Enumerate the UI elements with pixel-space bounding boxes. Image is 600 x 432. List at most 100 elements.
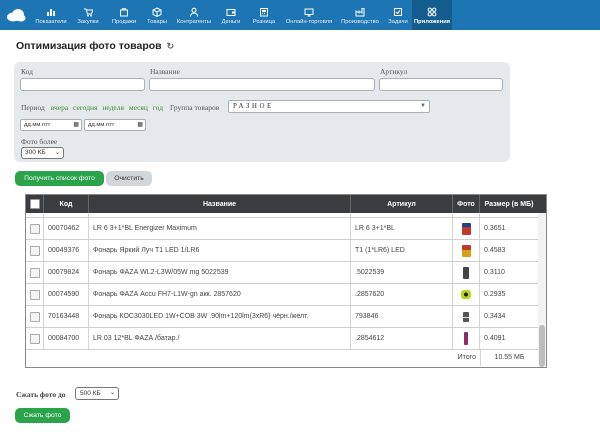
code-label: Код <box>21 67 33 76</box>
nav-item-online-store[interactable]: Онлайн-торговля <box>282 0 336 30</box>
date-to-input[interactable]: дд.мм.гггг ▦ <box>84 119 146 131</box>
period-today-link[interactable]: сегодня <box>73 103 97 112</box>
select-all-checkbox[interactable] <box>29 199 40 209</box>
total-label: Итого <box>457 354 476 361</box>
table-body: 00070462 LR 6 3+1*BL Energizer Maximum L… <box>26 211 538 366</box>
article-label: Артикул <box>380 67 408 76</box>
scrollbar-thumb[interactable] <box>539 325 545 367</box>
row-article: LR 6 3+1*BL <box>351 218 453 239</box>
product-photo-thumbnail[interactable] <box>463 311 469 322</box>
page-title-text: Оптимизация фото товаров <box>16 40 162 52</box>
product-photo-thumbnail[interactable] <box>461 244 471 257</box>
row-size: 0.3110 <box>484 269 505 276</box>
row-article: .2854612 <box>351 328 453 349</box>
row-checkbox[interactable] <box>29 267 40 278</box>
period-row: Период вчера сегодня неделя месяц год <box>21 103 166 112</box>
production-icon <box>355 7 365 16</box>
row-size: 0.4583 <box>484 247 506 254</box>
refresh-icon[interactable]: ↻ <box>167 41 175 52</box>
products-icon <box>152 6 162 17</box>
name-input[interactable] <box>149 78 375 91</box>
product-photo-thumbnail[interactable] <box>461 290 471 299</box>
table-header: Код Название Артикул Фото Размер (в МБ) <box>26 195 546 213</box>
period-year-link[interactable]: год <box>153 103 163 112</box>
period-yesterday-link[interactable]: вчера <box>51 103 68 112</box>
table-row[interactable]: 00079824 Фонарь ФАZА WL2-L3W/05W mg 5022… <box>26 262 538 284</box>
row-checkbox[interactable] <box>29 311 40 322</box>
row-name: Фонарь КОС3030LED 1W+COB 3W .90lm+120lm(… <box>89 306 351 327</box>
row-article: .5022539 <box>351 262 453 283</box>
chevron-down-icon: ⌄ <box>109 390 115 396</box>
sales-icon <box>120 7 128 16</box>
header-select-all[interactable] <box>26 195 44 213</box>
nav-item-money[interactable]: Деньги <box>216 0 246 30</box>
photo-size-select[interactable]: 300 КБ ⌄ <box>21 147 64 159</box>
compress-photo-button[interactable]: Сжать фото <box>15 408 70 423</box>
row-article: T1 (1*LR6) LED <box>351 240 453 261</box>
row-code: 70163448 <box>44 306 89 327</box>
product-photo-thumbnail[interactable] <box>463 266 469 279</box>
table-row[interactable]: 00070462 LR 6 3+1*BL Energizer Maximum L… <box>26 218 538 240</box>
product-photo-thumbnail[interactable] <box>461 222 471 235</box>
table-row[interactable]: 00074590 Фонарь ФАZА Accu FH7-L1W-gn акк… <box>26 284 538 306</box>
row-article: 793846 <box>351 306 453 327</box>
filter-panel: Код Название Артикул Период вчера сегодн… <box>14 62 510 162</box>
table-scrollbar[interactable] <box>538 213 546 367</box>
clear-button[interactable]: Очистить <box>106 171 152 186</box>
nav-item-apps[interactable]: Приложения <box>412 0 452 30</box>
row-checkbox[interactable] <box>29 333 40 344</box>
nav-item-contacts[interactable]: Контрагенты <box>172 0 216 30</box>
table-row[interactable]: 00049376 Фонарь Яркий Луч T1 LED 1/LR6 T… <box>26 240 538 262</box>
chevron-down-icon: ▼ <box>420 103 426 109</box>
app-logo[interactable] <box>0 0 32 30</box>
nav-item-sales[interactable]: Продажи <box>106 0 142 30</box>
row-name: Фонарь ФАZА WL2-L3W/05W mg 5022539 <box>89 262 351 283</box>
header-code[interactable]: Код <box>44 195 89 213</box>
nav-item-products[interactable]: Товары <box>142 0 172 30</box>
products-table: Код Название Артикул Фото Размер (в МБ) … <box>25 194 547 368</box>
group-select[interactable]: РАЗНОЕ ▼ <box>228 100 430 113</box>
nav-item-production[interactable]: Производство <box>336 0 384 30</box>
cloud-logo-icon <box>7 9 26 22</box>
nav-item-purchases[interactable]: Закупки <box>70 0 106 30</box>
name-label: Название <box>150 67 180 76</box>
calendar-icon[interactable]: ▦ <box>137 120 143 130</box>
group-label: Группа товаров <box>170 103 220 112</box>
table-row[interactable]: 70163448 Фонарь КОС3030LED 1W+COB 3W .90… <box>26 306 538 328</box>
article-input[interactable] <box>379 78 503 91</box>
row-article: .2857620 <box>351 284 453 305</box>
header-article[interactable]: Артикул <box>351 195 453 213</box>
calendar-icon[interactable]: ▦ <box>73 120 79 130</box>
purchases-icon <box>84 8 93 17</box>
code-input[interactable] <box>20 78 145 91</box>
date-to-placeholder: дд.мм.гггг <box>88 122 115 128</box>
row-code: 00049376 <box>44 240 89 261</box>
row-name: LR 6 3+1*BL Energizer Maximum <box>89 218 351 239</box>
top-navigation: Показатели Закупки Продажи Товары Контра… <box>0 0 600 30</box>
nav-item-retail[interactable]: Розница <box>246 0 282 30</box>
row-checkbox[interactable] <box>29 223 40 234</box>
row-size: 0.4091 <box>484 335 506 342</box>
compress-size-select[interactable]: 500 КБ ⌄ <box>75 387 119 400</box>
product-photo-thumbnail[interactable] <box>464 332 468 345</box>
photo-size-value: 300 КБ <box>25 149 46 156</box>
period-month-link[interactable]: месяц <box>129 103 148 112</box>
chevron-down-icon: ⌄ <box>54 150 60 156</box>
table-total-row: Итого 10.55 МБ <box>26 350 538 366</box>
compress-label: Сжать фото до <box>16 390 66 399</box>
get-photo-list-button[interactable]: Получить список фото <box>15 171 104 186</box>
row-code: 00079824 <box>44 262 89 283</box>
chart-icon <box>47 8 55 16</box>
nav-item-tasks[interactable]: Задачи <box>384 0 412 30</box>
header-photo[interactable]: Фото <box>453 195 480 213</box>
period-week-link[interactable]: неделя <box>102 103 124 112</box>
table-row[interactable]: 00084700 LR 03 12*BL ФАZА /батар./ .2854… <box>26 328 538 350</box>
nav-item-indicators[interactable]: Показатели <box>32 0 70 30</box>
header-name[interactable]: Название <box>89 195 351 213</box>
total-value: 10.55 МБ <box>480 350 538 366</box>
row-checkbox[interactable] <box>29 245 40 256</box>
header-size[interactable]: Размер (в МБ) <box>480 195 538 213</box>
date-from-input[interactable]: дд.мм.гггг ▦ <box>20 119 82 131</box>
contacts-icon <box>190 7 198 17</box>
row-checkbox[interactable] <box>29 289 40 300</box>
